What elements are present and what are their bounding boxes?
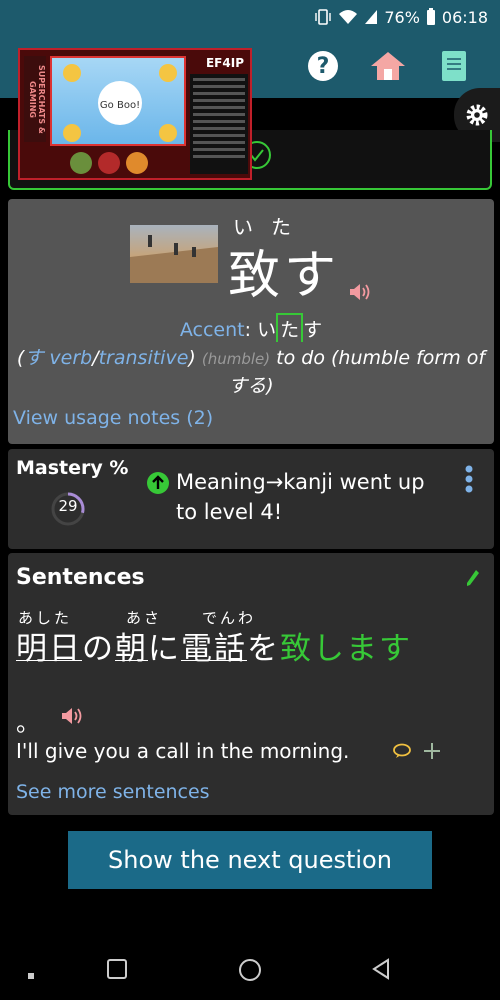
overlay-chat [190, 74, 248, 174]
edit-sentence-button[interactable] [466, 569, 480, 591]
accent-marker: た [276, 313, 304, 342]
sentence-word[interactable]: 明日 [16, 631, 82, 667]
gear-icon [466, 104, 488, 126]
sentence-period: 。 [16, 709, 40, 737]
word-definition: (す verb/transitive) (humble) to do (humb… [16, 347, 486, 397]
sentences-title: Sentences [16, 565, 145, 590]
question-circle-icon: ? [308, 51, 338, 81]
accent-mora: い [257, 319, 277, 341]
game-caption: Go Boo! [100, 100, 140, 111]
discuss-sentence-button[interactable] [392, 743, 412, 763]
android-nav-bar [0, 940, 500, 1000]
recent-dot-button[interactable] [26, 966, 36, 985]
see-more-sentences-link[interactable]: See more sentences [16, 781, 210, 803]
clock: 06:18 [441, 7, 488, 27]
book-icon [442, 51, 466, 81]
avatar [98, 152, 120, 174]
sentence-word[interactable]: 朝 [115, 631, 148, 667]
game-scene-image: Go Boo! [63, 64, 177, 142]
vibrate-icon [315, 9, 332, 25]
kebab-menu-icon [465, 465, 473, 493]
english-translation: I'll give you a call in the morning. [16, 739, 350, 763]
word-illustration [130, 225, 218, 283]
recents-button[interactable] [106, 958, 128, 984]
game-screen: Go Boo! [50, 56, 186, 146]
wifi-icon [339, 10, 358, 24]
mastery-card: Mastery % 29 Meaning→kanji went up to le… [8, 449, 494, 549]
overlay-logo: EF4IP [205, 56, 244, 70]
avatar [126, 152, 148, 174]
mastery-title: Mastery % [16, 457, 129, 479]
sentence-audio-button[interactable] [60, 707, 82, 725]
add-sentence-button[interactable] [422, 741, 442, 765]
pos-verb[interactable]: verb [43, 347, 92, 369]
home-button[interactable] [368, 46, 408, 86]
speaker-icon [350, 284, 370, 300]
dot-icon [28, 973, 34, 979]
svg-text:?: ? [317, 54, 330, 79]
speech-bubble-icon [393, 743, 411, 758]
usage-notes-link[interactable]: View usage notes (2) [13, 407, 213, 429]
mastery-value: 29 [58, 497, 78, 515]
pos-kana[interactable]: す [24, 347, 43, 369]
status-bar: 76% 06:18 [0, 0, 500, 34]
speaker-icon [62, 708, 82, 724]
battery-percent: 76% [384, 7, 420, 27]
sentence-word[interactable]: 電話 [181, 631, 247, 667]
overlay-side-banner: SUPERCHATS & GAMING [24, 56, 46, 142]
word-audio-button[interactable] [348, 283, 370, 301]
back-triangle-icon [372, 958, 389, 980]
home-nav-button[interactable] [238, 958, 262, 986]
circle-icon [239, 959, 261, 981]
pos-transitive[interactable]: transitive [99, 347, 189, 369]
square-icon [107, 959, 127, 979]
home-icon [371, 52, 405, 80]
accent-label: Accent [179, 319, 245, 341]
mastery-message: Meaning→kanji went up to level 4! [176, 470, 425, 524]
book-button[interactable] [434, 46, 474, 86]
signal-icon [365, 10, 378, 24]
avatar [70, 152, 92, 174]
player-avatars [50, 150, 186, 176]
help-button[interactable]: ? [303, 46, 343, 86]
show-next-question-button[interactable]: Show the next question [68, 831, 432, 889]
back-button[interactable] [370, 958, 392, 984]
japanese-sentence: 明日の朝に電話を致します [16, 631, 412, 667]
accent-mora: す [303, 319, 323, 341]
plus-icon [424, 743, 440, 759]
battery-icon [426, 8, 435, 25]
pencil-icon [467, 570, 479, 586]
arrow-up-circle-icon [147, 472, 169, 494]
word-card: いた 致す Accent: いたす (す verb/transitive) (h… [8, 199, 494, 444]
sentences-card: Sentences あした あさ でんわ 明日の朝に電話を致します 。 I'll… [8, 553, 494, 815]
sentence-highlight: 致します [280, 631, 412, 667]
video-overlay[interactable]: SUPERCHATS & GAMING Go Boo! EF4IP [18, 48, 252, 180]
accent-line: Accent: いたす [8, 313, 494, 342]
mastery-menu-button[interactable] [464, 465, 474, 497]
word-kanji: 致す [228, 246, 341, 306]
register-tag: (humble) [201, 350, 271, 368]
